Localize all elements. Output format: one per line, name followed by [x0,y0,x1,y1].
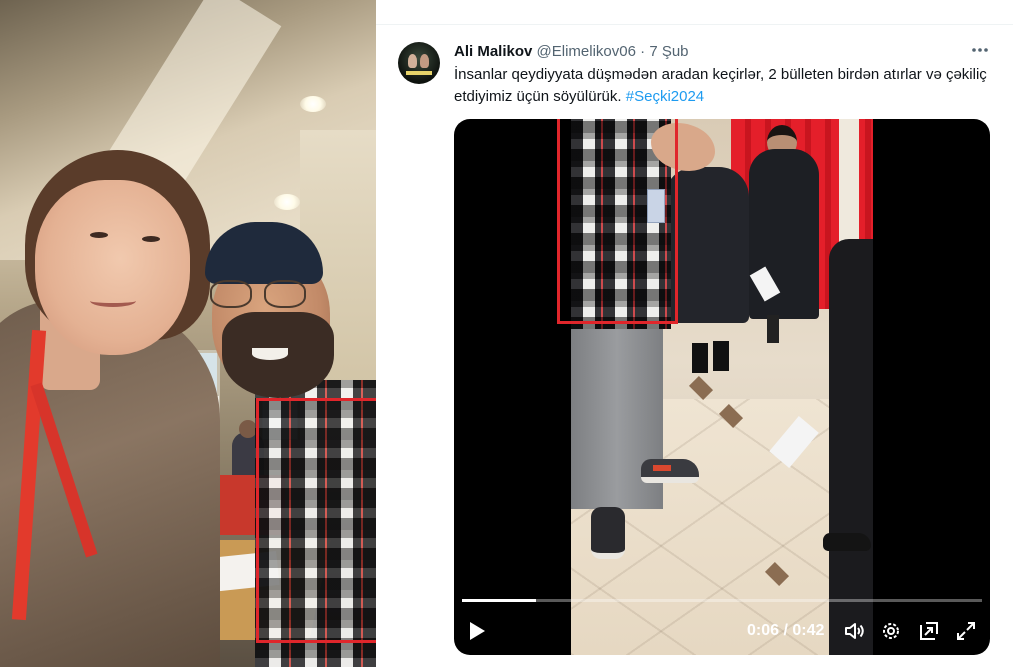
video-player[interactable]: 0:06 / 0:42 [454,119,990,655]
tweet-card: Ali Malikov @Elimelikov06 · 7 Şub İnsanl… [376,0,1013,667]
person-left-face [35,180,190,355]
eye [90,232,108,238]
ceiling-lamp [274,194,300,210]
author-handle[interactable]: @Elimelikov06 [537,43,636,60]
ceiling-lamp [300,96,326,112]
tweet-header: Ali Malikov @Elimelikov06 · 7 Şub [454,42,689,62]
person-legs [767,315,779,343]
video-time: 0:06 / 0:42 [747,622,825,639]
separator-dot: · [640,43,646,60]
author-name[interactable]: Ali Malikov [454,43,532,60]
eye [142,236,160,242]
boot [692,343,708,373]
sneaker [641,459,699,483]
settings-icon[interactable] [879,619,903,643]
smile [252,348,288,360]
video-progress-fill [462,599,537,602]
video-progress-bar[interactable] [462,599,982,602]
tweet-body: İnsanlar qeydiyyata düşmədən aradan keçi… [454,66,987,105]
more-horizontal-icon[interactable] [970,40,990,65]
divider [376,24,1013,25]
sneaker [591,507,625,559]
tweet-text: İnsanlar qeydiyyata düşmədən aradan keçi… [454,64,994,108]
person-silhouette [829,239,873,655]
play-icon[interactable] [470,622,485,640]
author-avatar[interactable] [398,42,440,84]
fullscreen-icon[interactable] [954,619,978,643]
highlight-box [256,398,376,643]
selfie-photo [0,0,376,667]
highlight-box [557,119,678,324]
hashtag-link[interactable]: #Seçki2024 [626,88,704,105]
shoe [823,533,871,551]
glasses [206,280,316,310]
pip-icon[interactable] [917,619,941,643]
floor-tile [688,375,714,401]
volume-icon[interactable] [842,619,866,643]
boot [713,341,729,371]
tweet-time[interactable]: 7 Şub [649,43,688,60]
smile [90,295,136,307]
